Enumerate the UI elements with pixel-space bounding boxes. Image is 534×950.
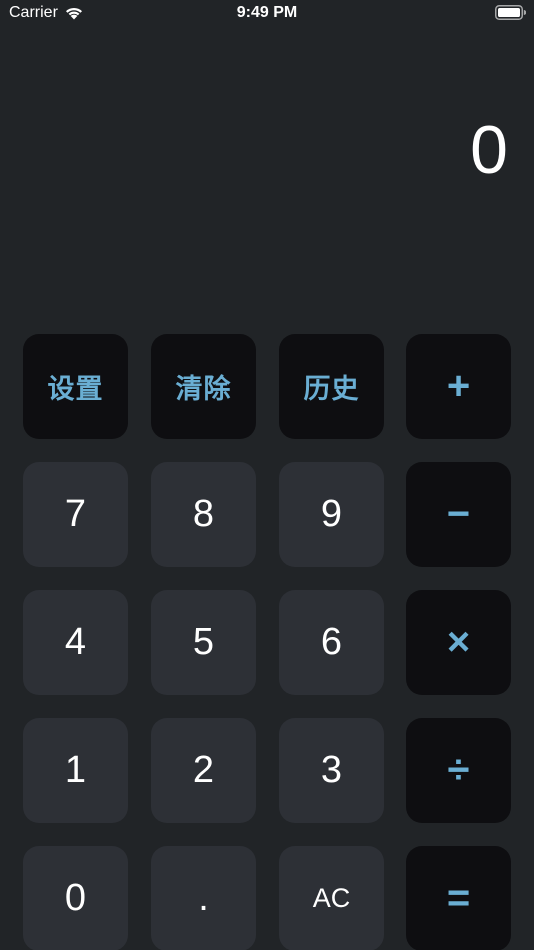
divide-button[interactable]: ÷ [406,718,511,823]
multiply-icon: × [446,620,471,664]
multiply-button[interactable]: × [406,590,511,695]
digit-1-button[interactable]: 1 [23,718,128,823]
decimal-label: . [198,877,209,919]
decimal-button[interactable]: . [151,846,256,950]
minus-button[interactable]: − [406,462,511,567]
digit-3-label: 3 [320,749,343,791]
equals-icon: = [446,876,471,920]
digit-0-button[interactable]: 0 [23,846,128,950]
minus-icon: − [446,492,471,536]
digit-5-label: 5 [192,621,215,663]
settings-button-label: 设置 [47,374,104,405]
status-time: 9:49 PM [236,4,298,21]
digit-2-label: 2 [192,749,215,791]
digit-9-button[interactable]: 9 [279,462,384,567]
plus-icon: + [446,364,471,408]
digit-6-button[interactable]: 6 [279,590,384,695]
digit-8-label: 8 [192,493,215,535]
digit-8-button[interactable]: 8 [151,462,256,567]
all-clear-button[interactable]: AC [279,846,384,950]
settings-button[interactable]: 设置 [23,334,128,439]
calculator-screen: Carrier 9:49 PM 0 设置 清除 历史 + 7 8 9 − 4 5… [0,0,534,950]
clear-button[interactable]: 清除 [151,334,256,439]
plus-button[interactable]: + [406,334,511,439]
digit-4-button[interactable]: 4 [23,590,128,695]
digit-4-label: 4 [64,621,87,663]
equals-button[interactable]: = [406,846,511,950]
digit-6-label: 6 [320,621,343,663]
digit-0-label: 0 [64,877,87,919]
history-button-label: 历史 [303,374,360,405]
display-value: 0 [470,112,508,188]
divide-icon: ÷ [447,748,470,792]
clear-button-label: 清除 [175,374,232,405]
digit-7-button[interactable]: 7 [23,462,128,567]
status-bar: Carrier 9:49 PM [0,0,534,28]
history-button[interactable]: 历史 [279,334,384,439]
digit-5-button[interactable]: 5 [151,590,256,695]
digit-9-label: 9 [320,493,343,535]
digit-2-button[interactable]: 2 [151,718,256,823]
digit-3-button[interactable]: 3 [279,718,384,823]
digit-7-label: 7 [64,493,87,535]
digit-1-label: 1 [64,749,87,791]
battery-icon [495,5,526,20]
all-clear-label: AC [312,883,351,913]
